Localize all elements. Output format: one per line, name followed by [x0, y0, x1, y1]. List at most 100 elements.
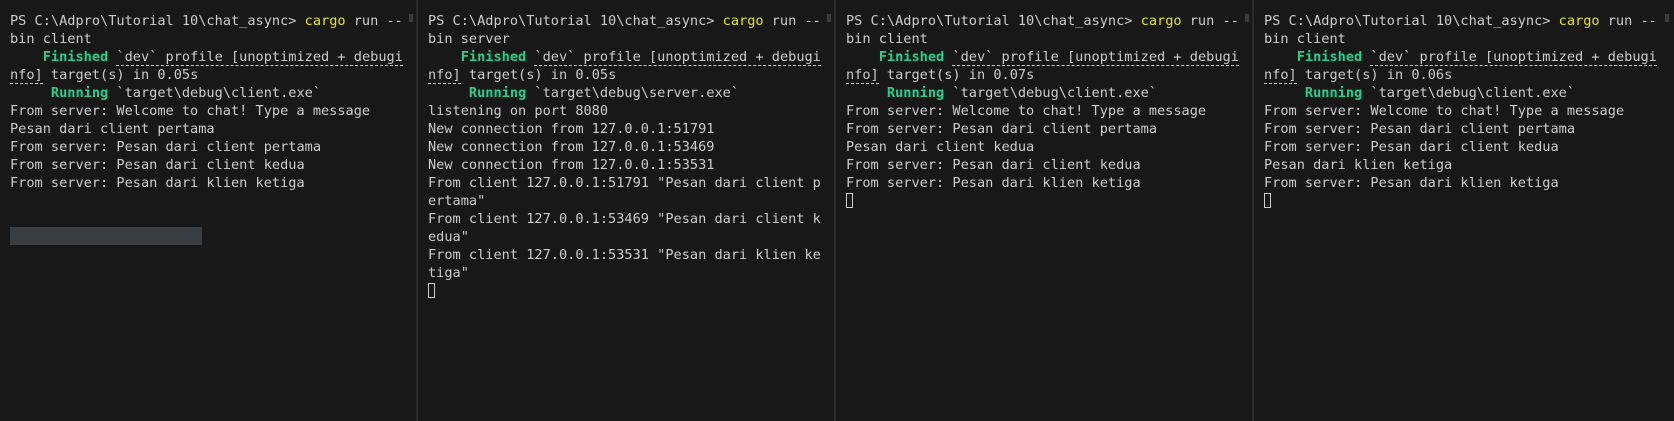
- terminal-text: edua": [428, 229, 469, 245]
- terminal-text: nfo]: [846, 67, 879, 84]
- terminal-text: `target\debug\server.exe`: [526, 85, 740, 101]
- terminal-line: From server: Pesan dari klien ketiga: [10, 174, 396, 192]
- terminal-text: From server: Pesan dari client kedua: [10, 157, 305, 173]
- terminal-text: From server: Welcome to chat! Type a mes…: [10, 103, 371, 119]
- scrollbar[interactable]: [825, 14, 831, 394]
- terminal-line: nfo] target(s) in 0.05s: [428, 66, 814, 84]
- terminal-line: New connection from 127.0.0.1:51791: [428, 120, 814, 138]
- terminal-text: From server: Pesan dari client kedua: [846, 157, 1141, 173]
- terminal-text: nfo]: [428, 67, 461, 84]
- terminal-cursor[interactable]: [846, 193, 853, 208]
- terminal-line: From server: Pesan dari client pertama: [10, 138, 396, 156]
- terminal-text: cargo: [1558, 13, 1600, 29]
- terminal-line: Pesan dari client pertama: [10, 120, 396, 138]
- terminal-line: From server: Pesan dari klien ketiga: [846, 174, 1232, 192]
- terminal-line: From server: Welcome to chat! Type a mes…: [846, 102, 1232, 120]
- terminal-text: Pesan dari client pertama: [10, 121, 215, 137]
- terminal-line: Running `target\debug\client.exe`: [1264, 84, 1650, 102]
- terminal-line: listening on port 8080: [428, 102, 814, 120]
- terminal-line: From client 127.0.0.1:53469 "Pesan dari …: [428, 210, 821, 228]
- terminal-pane-client-2[interactable]: PS C:\Adpro\Tutorial 10\chat_async> carg…: [836, 0, 1254, 421]
- terminal-pane-client-3[interactable]: PS C:\Adpro\Tutorial 10\chat_async> carg…: [1254, 0, 1672, 421]
- scrollbar[interactable]: [1663, 14, 1669, 394]
- terminal-line: Finished `dev` profile [unoptimized + de…: [10, 48, 403, 66]
- scrollbar-thumb[interactable]: [409, 14, 413, 22]
- terminal-output: PS C:\Adpro\Tutorial 10\chat_async> carg…: [1264, 12, 1657, 210]
- terminal-text: From server: Welcome to chat! Type a mes…: [846, 103, 1207, 119]
- terminal-line: bin client: [10, 30, 396, 48]
- terminal-text: `dev` profile [unoptimized + debugi: [534, 49, 821, 66]
- terminal-text: `target\debug\client.exe`: [944, 85, 1158, 101]
- terminal-text: Finished: [42, 49, 109, 65]
- scrollbar-thumb[interactable]: [827, 14, 831, 22]
- terminal-prompt-line[interactable]: [428, 282, 814, 300]
- terminal-text: New connection from 127.0.0.1:53531: [428, 157, 715, 173]
- terminal-line: Running `target\debug\client.exe`: [10, 84, 396, 102]
- terminal-text: run --: [345, 13, 403, 29]
- terminal-line: PS C:\Adpro\Tutorial 10\chat_async> carg…: [846, 12, 1239, 30]
- terminal-text: From client 127.0.0.1:53531 "Pesan dari …: [428, 247, 821, 263]
- terminal-text: `target\debug\client.exe`: [1362, 85, 1576, 101]
- terminal-text: From client 127.0.0.1:53469 "Pesan dari …: [428, 211, 821, 227]
- terminal-line: bin client: [1264, 30, 1650, 48]
- terminal-text: Running: [468, 85, 527, 101]
- terminal-text: run --: [763, 13, 821, 29]
- terminal-line: Finished `dev` profile [unoptimized + de…: [846, 48, 1239, 66]
- terminal-line: edua": [428, 228, 814, 246]
- terminal-line: Running `target\debug\client.exe`: [846, 84, 1232, 102]
- terminal-text: `target\debug\client.exe`: [108, 85, 322, 101]
- terminal-text: From server: Pesan dari client kedua: [1264, 139, 1559, 155]
- terminal-text: From server: Pesan dari klien ketiga: [1264, 175, 1559, 191]
- terminal-text: From client 127.0.0.1:51791 "Pesan dari …: [428, 175, 821, 191]
- terminal-text: `dev` profile [unoptimized + debugi: [952, 49, 1239, 66]
- terminal-text: ertama": [428, 193, 486, 209]
- terminal-line: From server: Welcome to chat! Type a mes…: [1264, 102, 1650, 120]
- terminal-text: target(s) in 0.05s: [460, 67, 617, 83]
- scrollbar[interactable]: [1243, 14, 1249, 394]
- terminal-line: PS C:\Adpro\Tutorial 10\chat_async> carg…: [10, 12, 403, 30]
- terminal-text: Finished: [1296, 49, 1363, 65]
- terminal-text: cargo: [722, 13, 764, 29]
- terminal-text: target(s) in 0.05s: [42, 67, 199, 83]
- terminal-output: PS C:\Adpro\Tutorial 10\chat_async> carg…: [428, 12, 821, 300]
- terminal-line: From server: Pesan dari klien ketiga: [1264, 174, 1650, 192]
- terminal-text: New connection from 127.0.0.1:53469: [428, 139, 715, 155]
- terminal-text: New connection from 127.0.0.1:51791: [428, 121, 715, 137]
- terminal-line: PS C:\Adpro\Tutorial 10\chat_async> carg…: [1264, 12, 1657, 30]
- terminal-text: PS C:\Adpro\Tutorial 10\chat_async>: [428, 13, 723, 29]
- terminal-line: nfo] target(s) in 0.05s: [10, 66, 396, 84]
- terminal-text: Pesan dari client kedua: [846, 139, 1035, 155]
- scrollbar[interactable]: [407, 14, 413, 394]
- terminal-pane-client-1[interactable]: PS C:\Adpro\Tutorial 10\chat_async> carg…: [0, 0, 418, 421]
- terminal-line: PS C:\Adpro\Tutorial 10\chat_async> carg…: [428, 12, 821, 30]
- terminal-text: Finished: [460, 49, 527, 65]
- terminal-text: From server: Pesan dari klien ketiga: [846, 175, 1141, 191]
- terminal-line: nfo] target(s) in 0.06s: [1264, 66, 1650, 84]
- terminal-text: Finished: [878, 49, 945, 65]
- terminal-output: PS C:\Adpro\Tutorial 10\chat_async> carg…: [10, 12, 403, 192]
- scrollbar-thumb[interactable]: [1665, 14, 1669, 22]
- terminal-line: ertama": [428, 192, 814, 210]
- terminal-split-view: PS C:\Adpro\Tutorial 10\chat_async> carg…: [0, 0, 1674, 421]
- terminal-text: `dev` profile [unoptimized + debugi: [116, 49, 403, 66]
- terminal-cursor[interactable]: [1264, 193, 1271, 208]
- terminal-text: Running: [50, 85, 109, 101]
- terminal-text: Running: [1304, 85, 1363, 101]
- terminal-text: target(s) in 0.06s: [1296, 67, 1453, 83]
- terminal-text: run --: [1181, 13, 1239, 29]
- terminal-text: nfo]: [10, 67, 43, 84]
- terminal-pane-server[interactable]: PS C:\Adpro\Tutorial 10\chat_async> carg…: [418, 0, 836, 421]
- terminal-cursor[interactable]: [428, 283, 435, 298]
- terminal-line: nfo] target(s) in 0.07s: [846, 66, 1232, 84]
- terminal-line: From client 127.0.0.1:53531 "Pesan dari …: [428, 246, 821, 264]
- terminal-line: Finished `dev` profile [unoptimized + de…: [1264, 48, 1657, 66]
- scrollbar-thumb[interactable]: [1245, 14, 1249, 22]
- terminal-prompt-line[interactable]: [1264, 192, 1650, 210]
- terminal-text: target(s) in 0.07s: [878, 67, 1035, 83]
- terminal-prompt-line[interactable]: [846, 192, 1232, 210]
